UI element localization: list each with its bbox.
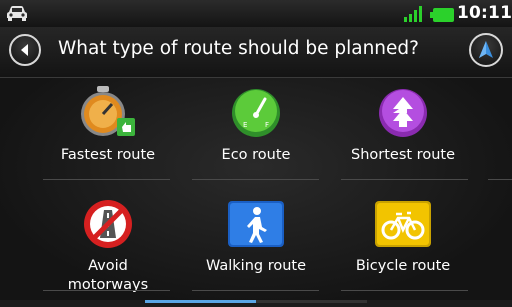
option-fastest-route[interactable]: Fastest route [23, 78, 193, 188]
back-button[interactable] [9, 34, 41, 66]
battery-icon [430, 7, 454, 26]
divider [341, 290, 468, 291]
header-bar: What type of route should be planned? [0, 27, 512, 78]
route-options-grid: Fastest route E F Eco route Shortest rou… [0, 78, 512, 300]
svg-text:F: F [265, 121, 269, 129]
shortest-arrows-icon [373, 84, 433, 142]
car-icon [6, 4, 28, 26]
bicycle-icon [373, 195, 433, 253]
divider [192, 179, 319, 180]
scroll-thumb[interactable] [145, 300, 256, 303]
divider [488, 179, 512, 180]
clock-time: 10:11 [457, 3, 512, 23]
option-bicycle-route[interactable]: Bicycle route [318, 189, 488, 299]
status-bar: 10:11 [0, 0, 512, 27]
option-label: Eco route [221, 147, 291, 163]
svg-text:E: E [243, 121, 247, 129]
no-motorway-icon [78, 195, 138, 253]
fuel-gauge-icon: E F [226, 84, 286, 142]
option-label: Bicycle route [355, 258, 451, 274]
option-label: Shortest route [351, 147, 455, 163]
page-title: What type of route should be planned? [58, 38, 419, 59]
divider [43, 290, 170, 291]
option-shortest-route[interactable]: Shortest route [318, 78, 488, 188]
option-label: Fastest route [60, 147, 156, 163]
signal-icon [404, 6, 426, 26]
option-label: Walking route [205, 258, 307, 274]
navigation-button[interactable] [469, 33, 503, 67]
option-walking-route[interactable]: Walking route [171, 189, 341, 299]
stopwatch-icon [78, 84, 138, 142]
divider [43, 179, 170, 180]
pedestrian-icon [226, 195, 286, 253]
option-eco-route[interactable]: E F Eco route [171, 78, 341, 188]
scroll-indicator[interactable] [145, 300, 367, 303]
option-avoid-motorways[interactable]: Avoid motorways [23, 189, 193, 299]
divider [192, 290, 319, 291]
divider [341, 179, 468, 180]
